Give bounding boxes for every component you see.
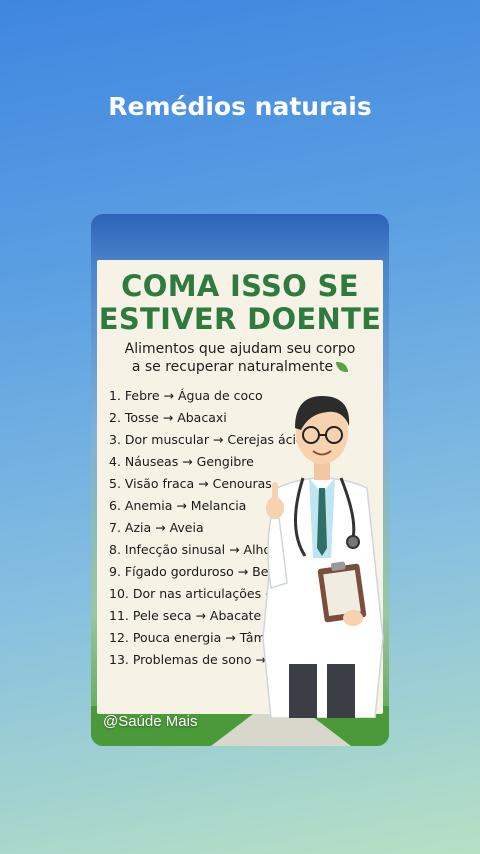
watermark: @Saúde Mais	[103, 713, 198, 730]
headline-line-1: COMA ISSO SE	[121, 269, 359, 303]
headline-line-2: ESTIVER DOENTE	[98, 302, 382, 336]
poster-subtitle: Alimentos que ajudam seu corpo a se recu…	[97, 340, 383, 376]
subtitle-line-2: a se recuperar naturalmente	[131, 359, 334, 375]
page-title: Remédios naturais	[108, 92, 372, 121]
leaf-icon	[336, 362, 349, 372]
subtitle-line-1: Alimentos que ajudam seu corpo	[124, 341, 356, 357]
poster-headline: COMA ISSO SE ESTIVER DOENTE	[97, 270, 383, 336]
post-image-card[interactable]: COMA ISSO SE ESTIVER DOENTE Alimentos qu…	[91, 214, 389, 746]
doctor-illustration	[262, 396, 384, 718]
poster: COMA ISSO SE ESTIVER DOENTE Alimentos qu…	[97, 260, 384, 718]
